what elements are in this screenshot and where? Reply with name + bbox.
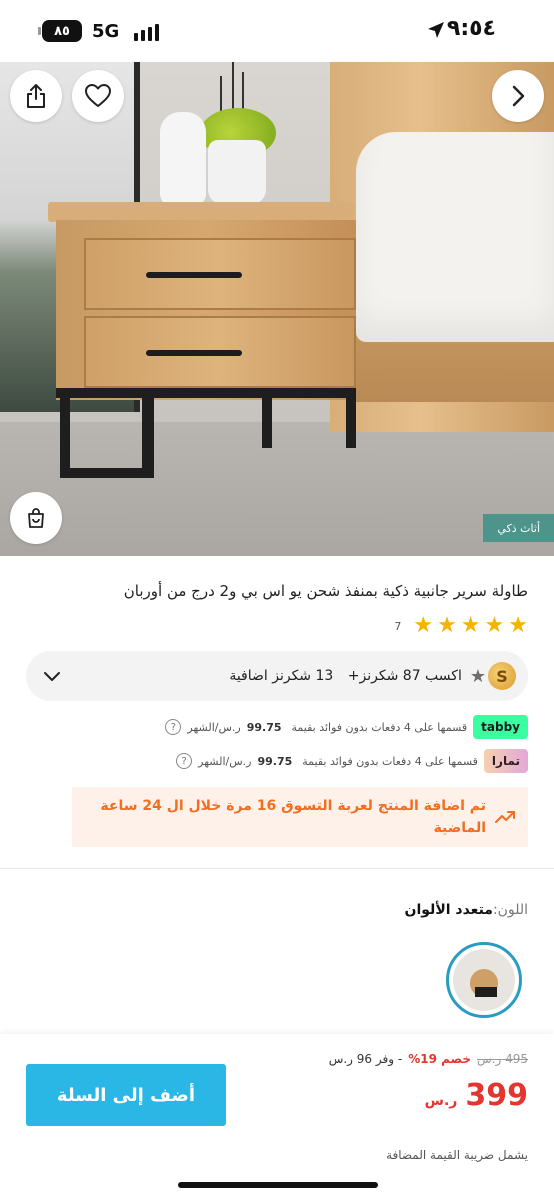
add-to-cart-button[interactable]: أضف إلى السلة — [26, 1064, 226, 1126]
star-icon: ★ — [413, 613, 434, 638]
coin-icon: S — [488, 662, 516, 690]
points-main: اكسب 87 شكرنز+ — [347, 668, 462, 684]
rating-count: 7 — [394, 619, 402, 633]
swatch-thumbnail — [453, 949, 515, 1011]
current-price: 399 — [465, 1078, 528, 1113]
nightstand-leg — [346, 388, 356, 448]
old-price: 495 ر.س — [477, 1052, 528, 1066]
vat-note: يشمل ضريبة القيمة المضافة — [386, 1148, 528, 1162]
loyalty-points-banner[interactable]: S ★ اكسب 87 شكرنز+ 13 شكرنز اضافية — [26, 651, 528, 701]
product-title: طاولة سرير جانبية ذكية بمنفذ شحن يو اس ب… — [123, 582, 528, 600]
color-swatch-selected[interactable] — [446, 942, 522, 1018]
bed-linen — [356, 132, 554, 342]
color-label: اللون:متعدد الألوان — [405, 902, 528, 918]
nightstand-drawer-top — [84, 238, 356, 310]
help-icon[interactable]: ? — [176, 753, 193, 769]
chevron-down-icon[interactable] — [42, 666, 62, 690]
star-icon: ★ — [437, 613, 457, 638]
installment-text: قسمها على 4 دفعات بدون فوائد بقيمة — [302, 754, 478, 768]
star-icon: ★ — [460, 613, 481, 638]
star-icon: ★ — [508, 613, 528, 638]
points-extra: 13 شكرنز اضافية — [229, 668, 334, 684]
discount-badge: خصم 19% — [408, 1052, 471, 1066]
color-key: اللون: — [492, 902, 528, 918]
share-button[interactable] — [10, 70, 62, 122]
installment-amount: 99.75 — [257, 754, 293, 768]
tamara-logo: تمارا — [483, 749, 528, 773]
save-amount: - وفر 96 ر.س — [328, 1052, 403, 1066]
installment-unit: ر.س/الشهر — [198, 754, 252, 768]
chevron-right-icon — [512, 85, 525, 107]
nightstand-leg — [142, 398, 154, 478]
battery-indicator: ٨٥ — [38, 20, 82, 42]
favorite-button[interactable] — [72, 70, 124, 122]
status-time: ٩:٥٤ — [446, 16, 496, 41]
discount-row: 495 ر.س خصم 19% - وفر 96 ر.س — [329, 1052, 528, 1066]
product-image-gallery[interactable]: أثاث ذكي — [0, 62, 554, 556]
alert-text: تم اضافة المنتج لعربة التسوق 16 مرة خلال… — [100, 798, 486, 836]
cart-icon — [28, 508, 44, 528]
quick-cart-button[interactable] — [10, 492, 62, 544]
help-icon[interactable]: ? — [165, 719, 182, 735]
price-currency: ر.س — [424, 1093, 458, 1109]
installment-unit: ر.س/الشهر — [187, 720, 241, 734]
next-image-button[interactable] — [492, 70, 544, 122]
color-value: متعدد الألوان — [404, 902, 493, 918]
tabby-logo: tabby — [473, 715, 528, 739]
star-icon: ★ — [484, 613, 505, 638]
signal-icon — [134, 23, 159, 41]
purchase-bar: أضف إلى السلة 495 ر.س خصم 19% - وفر 96 ر… — [0, 1034, 554, 1200]
installment-tabby[interactable]: tabby قسمها على 4 دفعات بدون فوائد بقيمة… — [28, 715, 528, 739]
current-price-row: 399 ر.س — [425, 1078, 528, 1113]
installment-amount: 99.75 — [246, 720, 282, 734]
nightstand-top — [48, 202, 354, 222]
network-type: 5G — [92, 21, 120, 42]
nightstand-frame — [56, 388, 356, 398]
category-badge[interactable]: أثاث ذكي — [483, 514, 554, 542]
status-bar: ٨٥ 5G ٩:٥٤ — [0, 0, 554, 62]
product-rating[interactable]: ★ ★ ★ ★ ★ 7 — [394, 614, 528, 638]
floor — [0, 422, 554, 556]
trending-up-icon — [495, 811, 515, 823]
nightstand-leg — [262, 388, 272, 448]
nightstand-foot — [60, 468, 154, 478]
location-arrow-icon — [426, 20, 446, 44]
share-icon — [27, 84, 45, 108]
points-text: اكسب 87 شكرنز+ 13 شكرنز اضافية — [229, 668, 462, 684]
home-indicator — [178, 1182, 378, 1188]
heart-icon — [85, 84, 111, 107]
section-divider — [0, 868, 554, 869]
cart-activity-alert: تم اضافة المنتج لعربة التسوق 16 مرة خلال… — [72, 787, 528, 847]
nightstand-drawer-bottom — [84, 316, 356, 388]
decor-statue — [160, 112, 206, 206]
star-icon: ★ — [469, 665, 486, 687]
decor-vase — [208, 140, 266, 204]
installment-tamara[interactable]: تمارا قسمها على 4 دفعات بدون فوائد بقيمة… — [28, 749, 528, 773]
installment-text: قسمها على 4 دفعات بدون فوائد بقيمة — [291, 720, 468, 734]
nightstand-leg — [60, 388, 70, 478]
